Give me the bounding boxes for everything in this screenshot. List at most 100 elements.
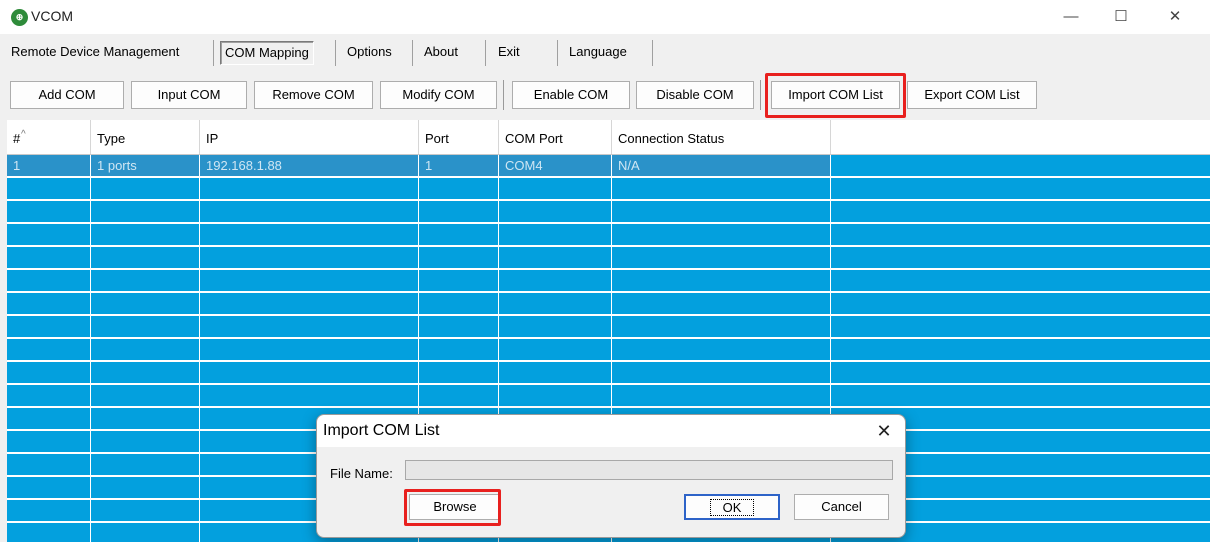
table-row[interactable] xyxy=(7,247,1210,270)
ok-button[interactable]: OK xyxy=(684,494,780,520)
cell-number xyxy=(7,224,91,245)
cell-com-port xyxy=(499,270,612,291)
file-name-label: File Name: xyxy=(330,466,393,481)
menu-options[interactable]: Options xyxy=(343,41,396,63)
cell-com-port xyxy=(499,224,612,245)
cell-ip xyxy=(200,224,419,245)
cell-type xyxy=(91,500,200,521)
cell-type xyxy=(91,477,200,498)
cell-number xyxy=(7,339,91,360)
cell-com-port xyxy=(499,201,612,222)
table-row[interactable] xyxy=(7,316,1210,339)
modify-com-button[interactable]: Modify COM xyxy=(380,81,497,109)
cell-port xyxy=(419,178,499,199)
cell-number xyxy=(7,500,91,521)
cell-com-port xyxy=(499,178,612,199)
cell-connection-status xyxy=(612,178,831,199)
add-com-button[interactable]: Add COM xyxy=(10,81,124,109)
cell-number xyxy=(7,385,91,406)
column-header-port[interactable]: Port xyxy=(419,120,499,154)
column-header-ip[interactable]: IP xyxy=(200,120,419,154)
cell-com-port: COM4 xyxy=(499,155,612,176)
cell-number xyxy=(7,178,91,199)
cell-number xyxy=(7,431,91,452)
table-row[interactable] xyxy=(7,270,1210,293)
close-icon[interactable]: ✕ xyxy=(1152,4,1198,30)
table-row[interactable] xyxy=(7,339,1210,362)
cell-type xyxy=(91,362,200,383)
cell-ip xyxy=(200,247,419,268)
sort-ascending-icon: ^ xyxy=(21,129,26,140)
disable-com-button[interactable]: Disable COM xyxy=(636,81,754,109)
cell-port xyxy=(419,362,499,383)
table-row[interactable] xyxy=(7,293,1210,316)
import-com-list-dialog: Import COM List ✕ File Name: Browse OK C… xyxy=(316,414,906,538)
vcom-globe-icon: ⊕ xyxy=(11,9,28,26)
maximize-icon[interactable]: ☐ xyxy=(1098,4,1144,30)
cell-com-port xyxy=(499,293,612,314)
cell-number xyxy=(7,408,91,429)
cell-type xyxy=(91,178,200,199)
cell-com-port xyxy=(499,362,612,383)
table-row[interactable] xyxy=(7,385,1210,408)
cell-type xyxy=(91,247,200,268)
table-row[interactable] xyxy=(7,201,1210,224)
window-title: VCOM xyxy=(31,8,73,24)
title-bar: ⊕ VCOM — ☐ ✕ xyxy=(0,0,1210,34)
column-header-number[interactable]: ^ # xyxy=(7,120,91,154)
cell-type xyxy=(91,523,200,542)
cell-ip xyxy=(200,178,419,199)
cell-type xyxy=(91,201,200,222)
dialog-close-icon[interactable]: ✕ xyxy=(871,419,897,443)
cell-port xyxy=(419,247,499,268)
menu-exit[interactable]: Exit xyxy=(494,41,524,63)
column-header-com-port[interactable]: COM Port xyxy=(499,120,612,154)
menu-com-mapping[interactable]: COM Mapping xyxy=(220,41,314,65)
cell-connection-status xyxy=(612,270,831,291)
minimize-icon[interactable]: — xyxy=(1048,4,1094,30)
table-header: ^ # Type IP Port COM Port Connection Sta… xyxy=(7,120,1210,155)
cell-connection-status: N/A xyxy=(612,155,831,176)
browse-highlight-box xyxy=(404,489,501,526)
cell-type xyxy=(91,408,200,429)
column-header-connection-status[interactable]: Connection Status xyxy=(612,120,831,154)
menu-language[interactable]: Language xyxy=(565,41,631,63)
cell-type xyxy=(91,431,200,452)
cell-type xyxy=(91,270,200,291)
table-row[interactable] xyxy=(7,224,1210,247)
cell-ip xyxy=(200,270,419,291)
cell-type xyxy=(91,385,200,406)
toolbar-separator xyxy=(760,80,761,110)
menu-remote-device-management[interactable]: Remote Device Management xyxy=(7,41,183,63)
cell-type xyxy=(91,316,200,337)
cell-port xyxy=(419,293,499,314)
cell-type xyxy=(91,293,200,314)
cell-connection-status xyxy=(612,362,831,383)
menu-about[interactable]: About xyxy=(420,41,462,63)
ok-label: OK xyxy=(709,499,755,516)
cell-ip xyxy=(200,362,419,383)
column-header-type[interactable]: Type xyxy=(91,120,200,154)
menu-separator xyxy=(335,40,336,66)
table-row[interactable] xyxy=(7,362,1210,385)
cell-ip xyxy=(200,385,419,406)
export-com-list-button[interactable]: Export COM List xyxy=(907,81,1037,109)
import-highlight-box xyxy=(765,73,906,118)
table-row[interactable]: 11 ports 192.168.1.88 1 COM4 N/A xyxy=(7,155,831,178)
cancel-button[interactable]: Cancel xyxy=(794,494,889,520)
dialog-title: Import COM List xyxy=(323,422,440,439)
cell-number: 1 xyxy=(7,155,91,176)
cell-port xyxy=(419,339,499,360)
table-row[interactable] xyxy=(7,178,1210,201)
remove-com-button[interactable]: Remove COM xyxy=(254,81,373,109)
cell-port xyxy=(419,385,499,406)
cell-number xyxy=(7,293,91,314)
cell-connection-status xyxy=(612,339,831,360)
file-name-field[interactable] xyxy=(405,460,893,480)
menu-separator xyxy=(485,40,486,66)
input-com-button[interactable]: Input COM xyxy=(131,81,247,109)
enable-com-button[interactable]: Enable COM xyxy=(512,81,630,109)
cell-port: 1 xyxy=(419,155,499,176)
cell-ip xyxy=(200,339,419,360)
menu-separator xyxy=(652,40,653,66)
